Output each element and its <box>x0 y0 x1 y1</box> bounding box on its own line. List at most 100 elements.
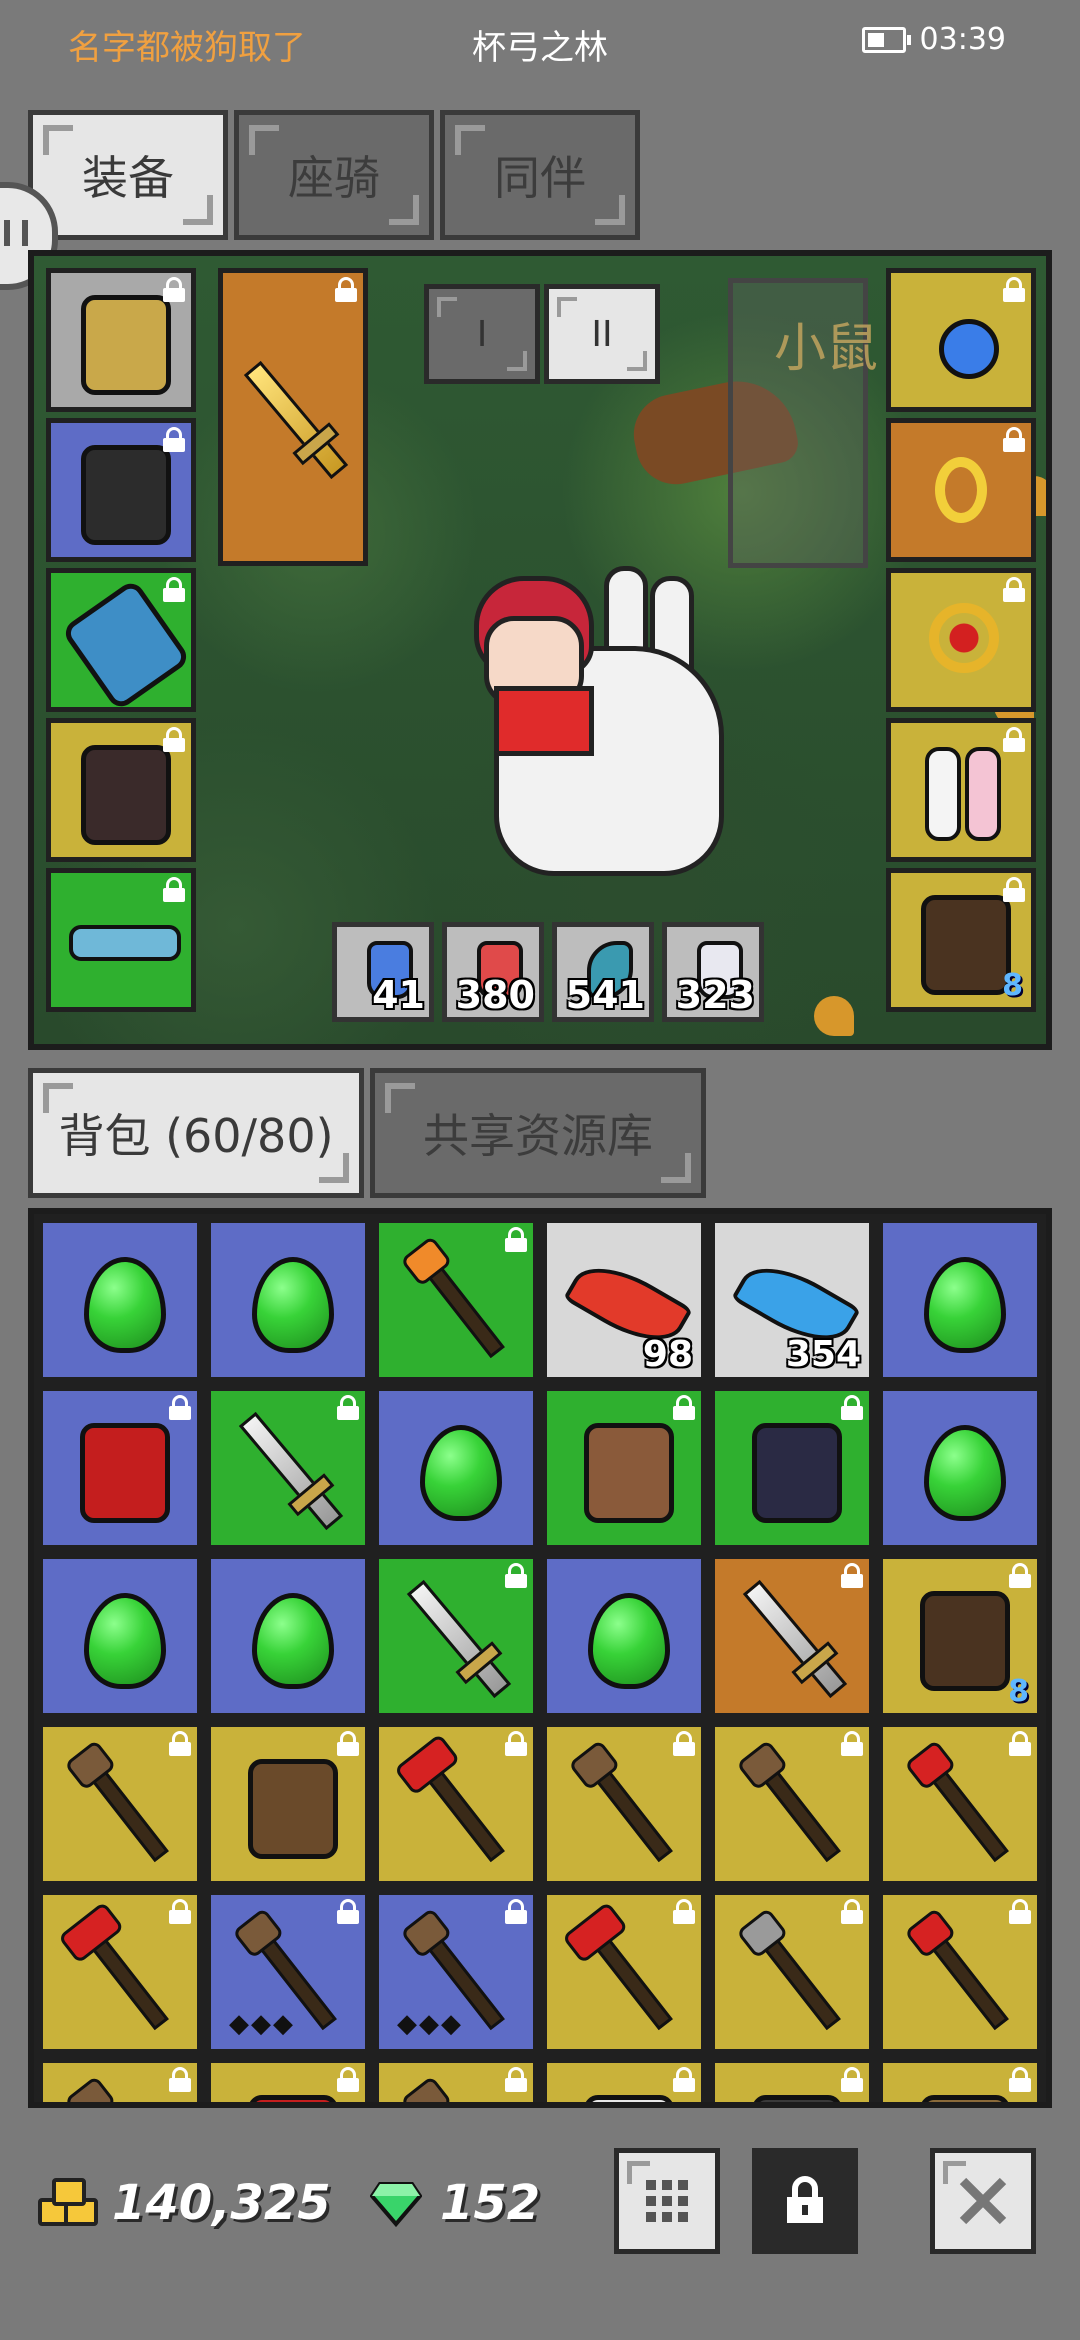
inventory-slot[interactable] <box>542 2058 706 2102</box>
golden-sword-icon <box>243 360 349 480</box>
lock-icon <box>505 1227 527 1253</box>
green-egg-icon <box>252 1593 334 1689</box>
inventory-slot[interactable] <box>710 1386 874 1550</box>
inventory-slot[interactable]: ◆◆◆ <box>206 1890 370 2054</box>
tab-set-1[interactable]: I <box>424 284 540 384</box>
inventory-slot[interactable] <box>38 1386 202 1550</box>
clock: 03:39 <box>919 22 1006 57</box>
inventory-slot[interactable] <box>878 1386 1042 1550</box>
close-button[interactable] <box>930 2148 1036 2254</box>
inventory-slot[interactable] <box>38 2058 202 2102</box>
inventory-slot[interactable]: ◆◆◆ <box>374 1890 538 2054</box>
slot-boots[interactable] <box>46 718 196 862</box>
lock-icon <box>505 1899 527 1925</box>
green-egg-icon <box>588 1593 670 1689</box>
slot-pet[interactable]: 8 <box>886 868 1036 1012</box>
consumable-slot-1[interactable]: 41 <box>332 922 434 1022</box>
green-egg-icon <box>84 1257 166 1353</box>
tab-mount[interactable]: 座骑 <box>234 110 434 240</box>
inventory-slot[interactable] <box>374 1722 538 1886</box>
character-scene: I II 小鼠 41 380 541 323 8 <box>28 250 1052 1050</box>
inventory-slot[interactable]: 98 <box>542 1218 706 1382</box>
mount-label: 小鼠 <box>774 319 879 379</box>
lock-icon <box>169 1731 191 1757</box>
slot-belt[interactable] <box>46 868 196 1012</box>
lock-icon <box>337 1395 359 1421</box>
inventory-slot[interactable] <box>38 1218 202 1382</box>
slot-gloves[interactable] <box>46 568 196 712</box>
slot-ring-1[interactable] <box>886 418 1036 562</box>
inventory-slot[interactable]: 8 <box>878 1554 1042 1718</box>
spear-icon <box>400 2075 505 2102</box>
lock-icon <box>673 1899 695 1925</box>
inventory-slot[interactable] <box>878 1722 1042 1886</box>
spear-icon <box>64 1739 169 1863</box>
character-on-rabbit <box>454 566 724 876</box>
inventory-slot[interactable] <box>710 2058 874 2102</box>
inventory-slot[interactable]: 354 <box>710 1218 874 1382</box>
status-right: 03:39 <box>861 22 1006 57</box>
slot-helmet[interactable] <box>46 268 196 412</box>
tab-equipment[interactable]: 装备 <box>28 110 228 240</box>
lock-icon <box>169 1899 191 1925</box>
lock-icon <box>163 577 185 603</box>
item-count: 98 <box>642 1334 693 1375</box>
inventory-slot[interactable] <box>710 1722 874 1886</box>
slot-armor[interactable] <box>46 418 196 562</box>
consumable-slot-4[interactable]: 323 <box>662 922 764 1022</box>
green-egg-icon <box>420 1425 502 1521</box>
inventory-slot[interactable] <box>542 1554 706 1718</box>
lock-icon <box>1009 1563 1031 1589</box>
red-armor-icon <box>80 1423 170 1523</box>
inventory-slot[interactable] <box>878 1890 1042 2054</box>
consumable-slot-2[interactable]: 380 <box>442 922 544 1022</box>
bomb-icon <box>752 2095 842 2102</box>
slot-ring-2[interactable] <box>886 568 1036 712</box>
tab-set-2[interactable]: II <box>544 284 660 384</box>
emerald-gem-icon <box>369 2180 423 2228</box>
inventory-slot[interactable] <box>374 1554 538 1718</box>
sort-button[interactable] <box>614 2148 720 2254</box>
gem-sockets: ◆◆◆ <box>397 2009 463 2039</box>
inventory-slot[interactable] <box>206 1722 370 1886</box>
slot-necklace[interactable] <box>886 268 1036 412</box>
lock-icon <box>1003 277 1025 303</box>
inventory-slot[interactable] <box>206 1218 370 1382</box>
inventory-slot[interactable] <box>206 2058 370 2102</box>
consumable-slot-3[interactable]: 541 <box>552 922 654 1022</box>
halberd-icon <box>736 1907 841 2031</box>
slot-headgear[interactable] <box>886 718 1036 862</box>
red-armor-icon <box>248 2095 338 2102</box>
inventory-slot[interactable] <box>710 1554 874 1718</box>
inventory-slot[interactable] <box>878 2058 1042 2102</box>
tab-shared-storage[interactable]: 共享资源库 <box>370 1068 706 1198</box>
golden-helmet-icon <box>81 295 171 395</box>
gold-amount: 140,325 <box>112 2175 331 2231</box>
dark-boots-icon <box>81 745 171 845</box>
inventory-slot[interactable] <box>542 1890 706 2054</box>
lock-toggle-button[interactable] <box>752 2148 858 2254</box>
red-mace-icon <box>904 1739 1009 1863</box>
inventory-slot[interactable] <box>374 1386 538 1550</box>
inventory-slot[interactable] <box>38 1554 202 1718</box>
battery-icon <box>861 26 911 53</box>
inventory-slot[interactable] <box>38 1722 202 1886</box>
lock-icon <box>1003 877 1025 903</box>
inventory-slot[interactable] <box>878 1218 1042 1382</box>
lock-icon <box>787 2176 823 2223</box>
lock-icon <box>841 1563 863 1589</box>
rabbit-ears-icon <box>925 747 961 841</box>
bear-hood-icon <box>921 895 1011 995</box>
inventory-slot[interactable] <box>542 1722 706 1886</box>
inventory-slot[interactable] <box>38 1890 202 2054</box>
inventory-slot[interactable] <box>710 1890 874 2054</box>
inventory-slot[interactable] <box>206 1386 370 1550</box>
inventory-slot[interactable] <box>542 1386 706 1550</box>
tab-companion[interactable]: 同伴 <box>440 110 640 240</box>
inventory-slot[interactable] <box>374 2058 538 2102</box>
tab-backpack[interactable]: 背包 (60/80) <box>28 1068 364 1198</box>
slot-weapon[interactable] <box>218 268 368 566</box>
inventory-slot[interactable] <box>206 1554 370 1718</box>
red-axe-icon <box>57 1901 169 2031</box>
inventory-slot[interactable] <box>374 1218 538 1382</box>
